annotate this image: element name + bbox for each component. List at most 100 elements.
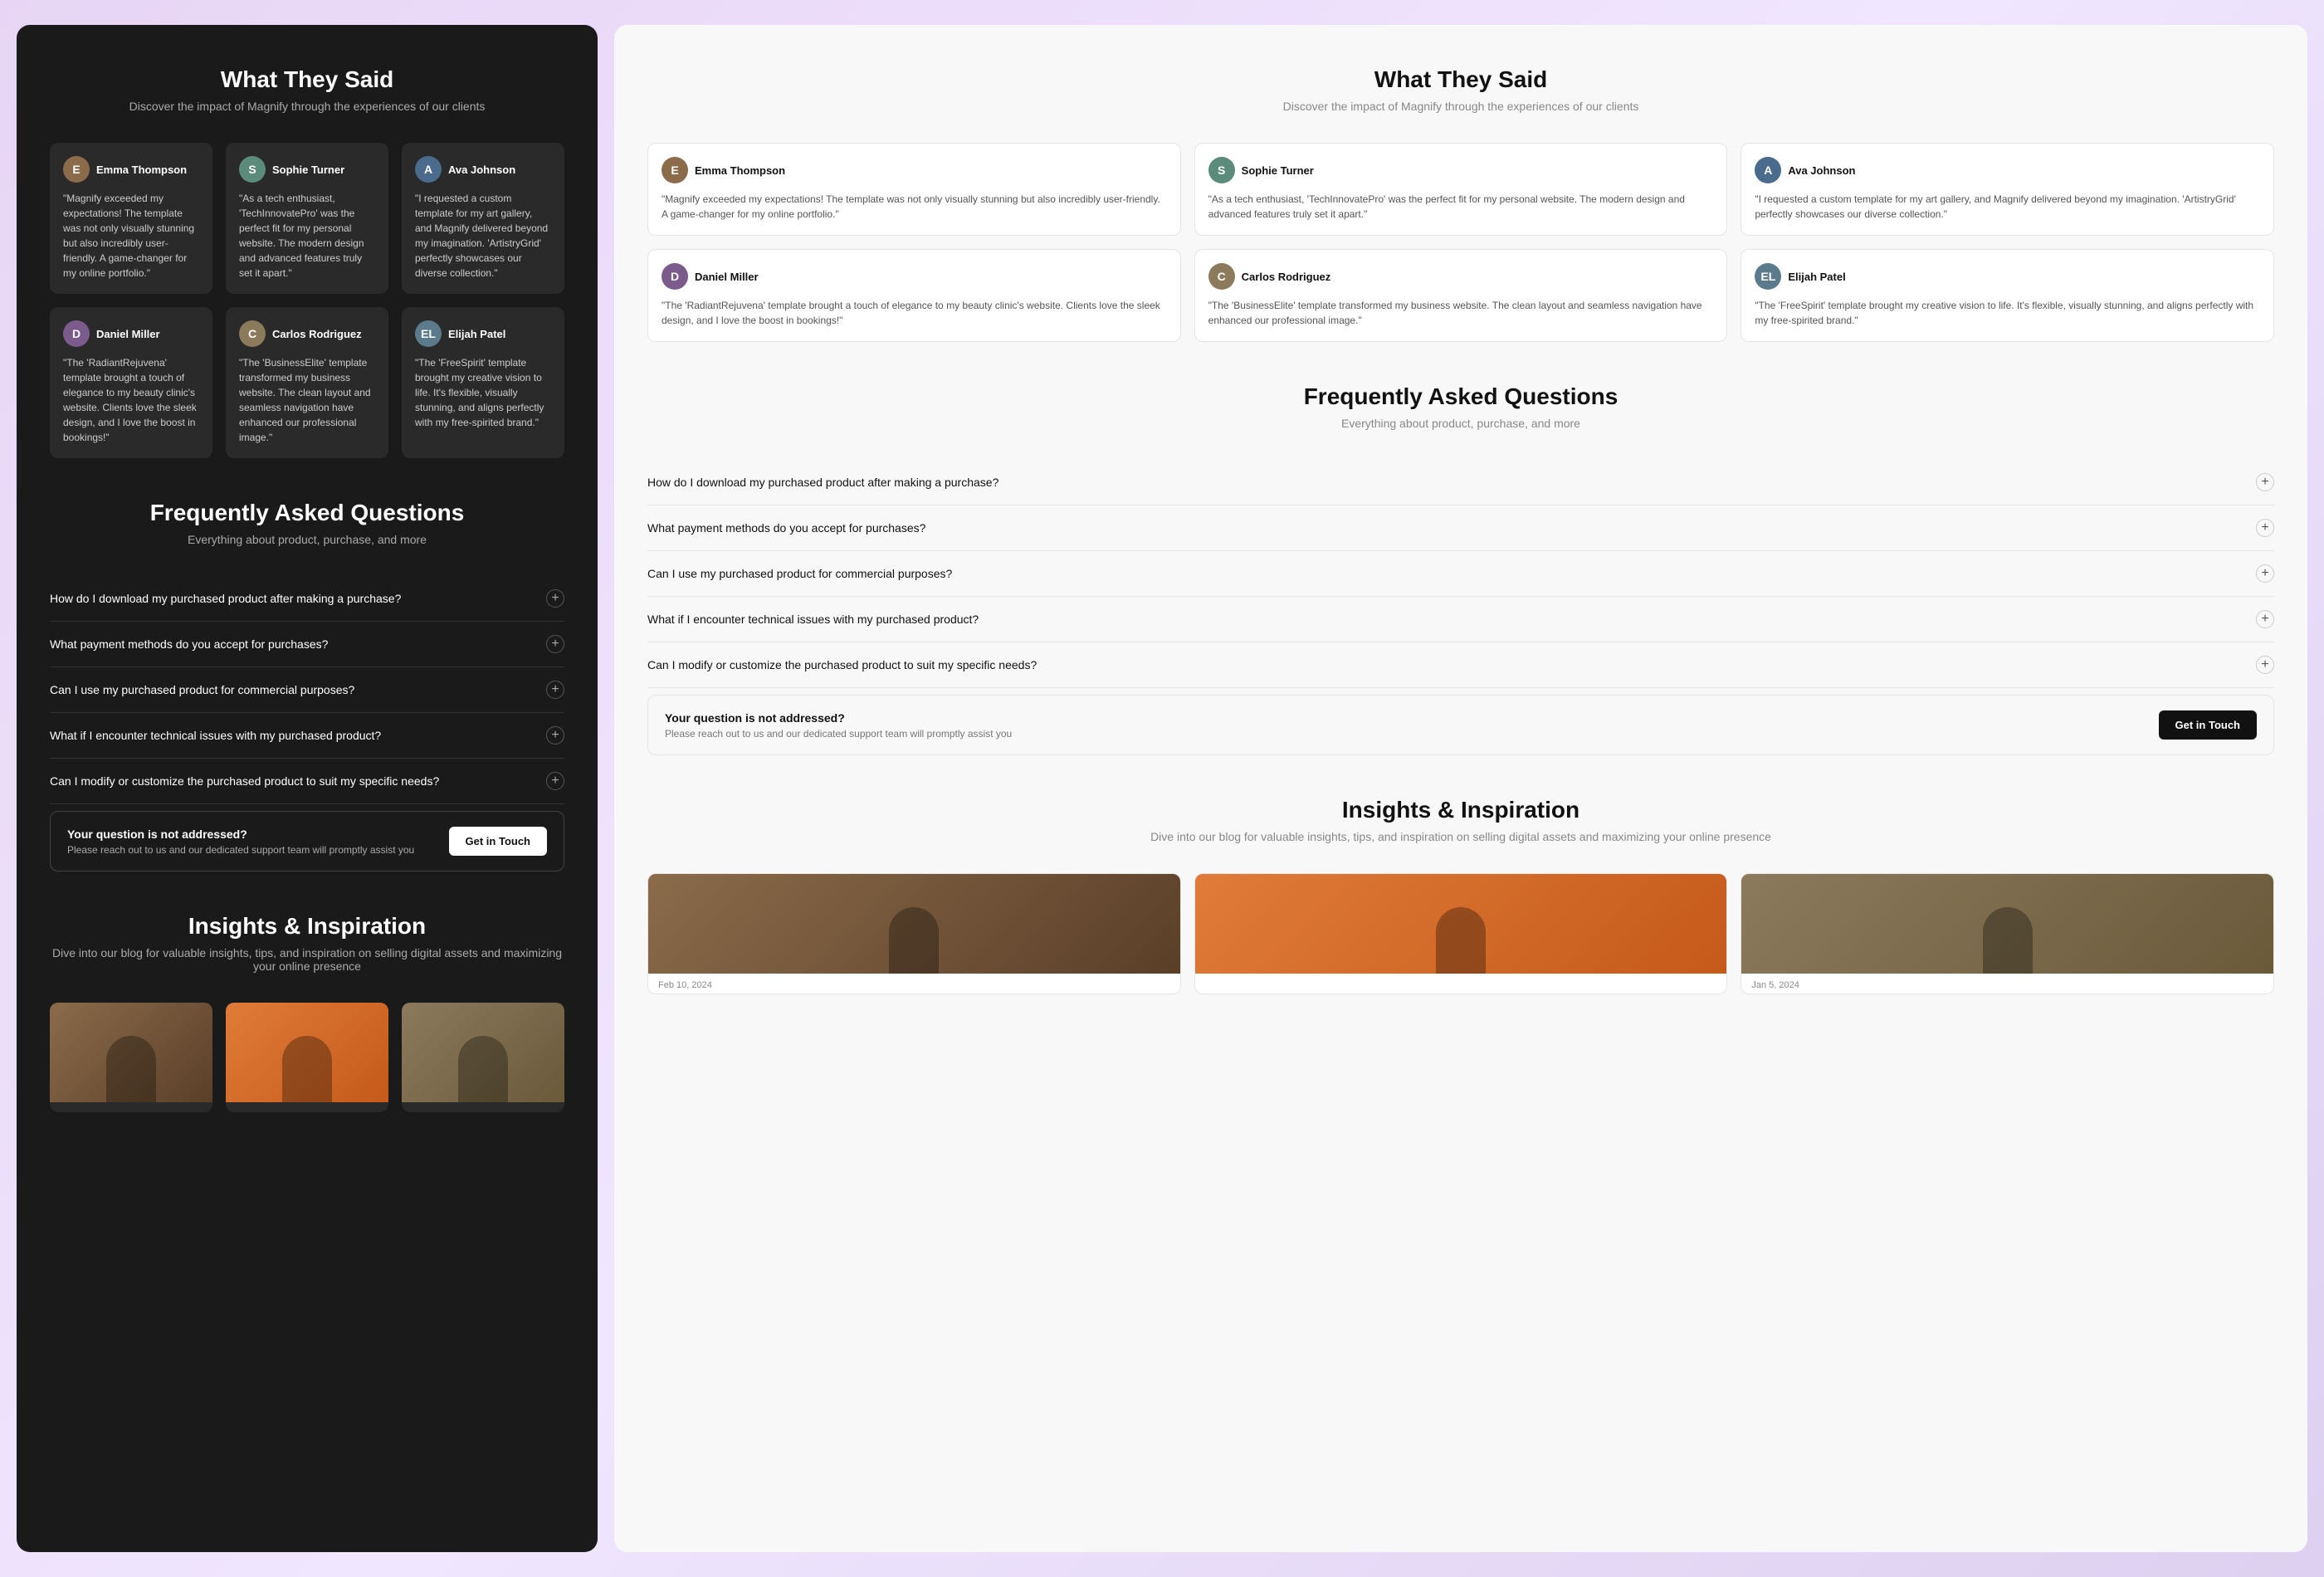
dark-blog-card-2[interactable] [402, 1003, 564, 1112]
light-faq-contact-subtitle: Please reach out to us and our dedicated… [665, 728, 1012, 740]
dark-insights-title: Insights & Inspiration [50, 913, 564, 940]
light-panel: What They Said Discover the impact of Ma… [614, 25, 2307, 1552]
light-avatar-3: D [662, 263, 688, 290]
dark-faq-contact-title: Your question is not addressed? [67, 828, 414, 841]
light-avatar-0: E [662, 157, 688, 183]
dark-testimonial-card-1: S Sophie Turner "As a tech enthusiast, '… [226, 143, 388, 294]
light-faq-question-4: Can I modify or customize the purchased … [647, 658, 2246, 671]
dark-faq-expand-icon-0[interactable]: + [546, 589, 564, 608]
light-author-name-1: Sophie Turner [1242, 164, 1314, 177]
dark-testimonial-card-5: EL Elijah Patel "The 'FreeSpirit' templa… [402, 307, 564, 458]
dark-faq-section: Frequently Asked Questions Everything ab… [50, 500, 564, 872]
dark-blog-image-2 [402, 1003, 564, 1102]
dark-avatar-2: A [415, 156, 442, 183]
light-author-4: C Carlos Rodriguez [1208, 263, 1714, 290]
light-author-name-5: Elijah Patel [1788, 271, 1845, 283]
light-author-5: EL Elijah Patel [1755, 263, 2260, 290]
dark-blog-card-1[interactable] [226, 1003, 388, 1112]
light-faq-subtitle: Everything about product, purchase, and … [647, 417, 2274, 430]
dark-avatar-0: E [63, 156, 90, 183]
light-testimonials-section: What They Said Discover the impact of Ma… [647, 66, 2274, 342]
dark-blog-date-0 [50, 1102, 212, 1112]
dark-faq-item-2[interactable]: Can I use my purchased product for comme… [50, 667, 564, 713]
dark-faq-expand-icon-3[interactable]: + [546, 726, 564, 745]
dark-faq-title: Frequently Asked Questions [50, 500, 564, 526]
light-testimonial-text-0: "Magnify exceeded my expectations! The t… [662, 192, 1167, 222]
light-author-1: S Sophie Turner [1208, 157, 1714, 183]
dark-get-in-touch-button[interactable]: Get in Touch [449, 827, 547, 856]
light-blog-date-0: Feb 10, 2024 [648, 974, 1180, 994]
light-blog-card-2[interactable]: Jan 5, 2024 [1741, 873, 2274, 994]
light-get-in-touch-button[interactable]: Get in Touch [2159, 710, 2257, 740]
light-blog-image-0 [648, 874, 1180, 974]
light-faq-item-1[interactable]: What payment methods do you accept for p… [647, 505, 2274, 551]
light-testimonial-card-2: A Ava Johnson "I requested a custom temp… [1741, 143, 2274, 236]
light-faq-question-0: How do I download my purchased product a… [647, 476, 2246, 489]
light-faq-item-2[interactable]: Can I use my purchased product for comme… [647, 551, 2274, 597]
dark-faq-subtitle: Everything about product, purchase, and … [50, 533, 564, 546]
light-insights-grid: Feb 10, 2024 Jan 5, 2024 [647, 873, 2274, 994]
light-testimonial-text-5: "The 'FreeSpirit' template brought my cr… [1755, 298, 2260, 328]
light-author-2: A Ava Johnson [1755, 157, 2260, 183]
light-testimonial-card-4: C Carlos Rodriguez "The 'BusinessElite' … [1194, 249, 1728, 342]
dark-author-name-0: Emma Thompson [96, 164, 187, 176]
dark-author-0: E Emma Thompson [63, 156, 199, 183]
dark-faq-item-0[interactable]: How do I download my purchased product a… [50, 576, 564, 622]
dark-testimonial-text-4: "The 'BusinessElite' template transforme… [239, 355, 375, 445]
light-testimonial-card-5: EL Elijah Patel "The 'FreeSpirit' templa… [1741, 249, 2274, 342]
dark-blog-date-2 [402, 1102, 564, 1112]
dark-panel: What They Said Discover the impact of Ma… [17, 25, 598, 1552]
dark-blog-card-0[interactable] [50, 1003, 212, 1112]
light-faq-contact: Your question is not addressed? Please r… [647, 695, 2274, 755]
dark-faq-question-4: Can I modify or customize the purchased … [50, 774, 536, 788]
dark-avatar-1: S [239, 156, 266, 183]
dark-testimonial-text-1: "As a tech enthusiast, 'TechInnovatePro'… [239, 191, 375, 281]
light-author-0: E Emma Thompson [662, 157, 1167, 183]
light-testimonial-text-2: "I requested a custom template for my ar… [1755, 192, 2260, 222]
dark-testimonial-card-4: C Carlos Rodriguez "The 'BusinessElite' … [226, 307, 388, 458]
light-faq-expand-icon-2[interactable]: + [2256, 564, 2274, 583]
light-insights-subtitle: Dive into our blog for valuable insights… [647, 830, 2274, 843]
light-faq-item-4[interactable]: Can I modify or customize the purchased … [647, 642, 2274, 688]
light-testimonials-title: What They Said [647, 66, 2274, 93]
light-faq-question-2: Can I use my purchased product for comme… [647, 567, 2246, 580]
light-blog-image-2 [1741, 874, 2273, 974]
dark-faq-question-1: What payment methods do you accept for p… [50, 637, 536, 651]
light-testimonials-subtitle: Discover the impact of Magnify through t… [647, 100, 2274, 113]
light-author-name-2: Ava Johnson [1788, 164, 1855, 177]
dark-faq-expand-icon-1[interactable]: + [546, 635, 564, 653]
dark-faq-item-3[interactable]: What if I encounter technical issues wit… [50, 713, 564, 759]
dark-faq-expand-icon-2[interactable]: + [546, 681, 564, 699]
light-insights-title: Insights & Inspiration [647, 797, 2274, 823]
dark-author-1: S Sophie Turner [239, 156, 375, 183]
dark-faq-item-1[interactable]: What payment methods do you accept for p… [50, 622, 564, 667]
light-author-3: D Daniel Miller [662, 263, 1167, 290]
light-author-name-0: Emma Thompson [695, 164, 785, 177]
light-blog-card-1[interactable] [1194, 873, 1728, 994]
light-insights-section: Insights & Inspiration Dive into our blo… [647, 797, 2274, 994]
dark-faq-expand-icon-4[interactable]: + [546, 772, 564, 790]
dark-insights-grid [50, 1003, 564, 1112]
dark-author-4: C Carlos Rodriguez [239, 320, 375, 347]
light-faq-question-3: What if I encounter technical issues wit… [647, 613, 2246, 626]
light-blog-date-2: Jan 5, 2024 [1741, 974, 2273, 994]
light-faq-item-3[interactable]: What if I encounter technical issues wit… [647, 597, 2274, 642]
light-testimonial-text-3: "The 'RadiantRejuvena' template brought … [662, 298, 1167, 328]
light-faq-contact-info: Your question is not addressed? Please r… [665, 711, 1012, 740]
dark-faq-contact-info: Your question is not addressed? Please r… [67, 828, 414, 856]
light-faq-expand-icon-3[interactable]: + [2256, 610, 2274, 628]
dark-faq-question-0: How do I download my purchased product a… [50, 592, 536, 605]
light-avatar-1: S [1208, 157, 1235, 183]
light-testimonial-card-3: D Daniel Miller "The 'RadiantRejuvena' t… [647, 249, 1181, 342]
light-faq-expand-icon-0[interactable]: + [2256, 473, 2274, 491]
light-avatar-4: C [1208, 263, 1235, 290]
dark-faq-item-4[interactable]: Can I modify or customize the purchased … [50, 759, 564, 804]
light-faq-expand-icon-4[interactable]: + [2256, 656, 2274, 674]
light-blog-card-0[interactable]: Feb 10, 2024 [647, 873, 1181, 994]
dark-testimonial-card-3: D Daniel Miller "The 'RadiantRejuvena' t… [50, 307, 212, 458]
dark-author-name-4: Carlos Rodriguez [272, 328, 362, 340]
light-faq-expand-icon-1[interactable]: + [2256, 519, 2274, 537]
light-avatar-2: A [1755, 157, 1781, 183]
light-author-name-4: Carlos Rodriguez [1242, 271, 1331, 283]
light-faq-item-0[interactable]: How do I download my purchased product a… [647, 460, 2274, 505]
